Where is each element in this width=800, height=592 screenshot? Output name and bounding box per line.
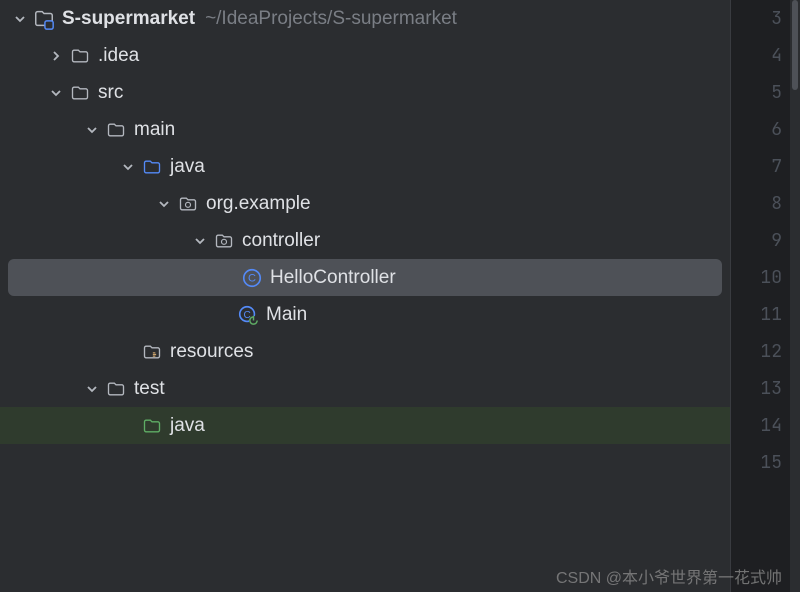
folder-icon [68,81,92,105]
line-number: 4 [771,37,782,74]
runnable-class-icon: C [236,303,260,327]
tree-label: S-supermarket [62,8,195,30]
project-tree-panel: S-supermarket ~/IdeaProjects/S-supermark… [0,0,730,592]
tree-row-src[interactable]: src [0,74,730,111]
tree-row-package-org-example[interactable]: org.example [0,185,730,222]
line-number: 12 [760,333,782,370]
tree-label: Main [266,304,307,326]
tree-label: src [98,82,123,104]
tree-label: java [170,156,205,178]
tree-label: HelloController [270,267,396,289]
tree-row-hello-controller[interactable]: C HelloController [8,259,722,296]
tree-row-test[interactable]: test [0,370,730,407]
chevron-down-icon[interactable] [80,383,104,395]
line-number: 10 [760,259,782,296]
resources-folder-icon [140,340,164,364]
chevron-down-icon[interactable] [44,87,68,99]
tree-row-main-class[interactable]: C Main [0,296,730,333]
tree-row-main[interactable]: main [0,111,730,148]
editor-gutter: 3456789101112131415 [730,0,800,592]
tree-row-root[interactable]: S-supermarket ~/IdeaProjects/S-supermark… [0,0,730,37]
tree-label: org.example [206,193,311,215]
source-folder-icon [140,155,164,179]
chevron-down-icon[interactable] [116,161,140,173]
chevron-down-icon[interactable] [80,124,104,136]
project-path: ~/IdeaProjects/S-supermarket [205,8,457,30]
line-number: 7 [771,148,782,185]
line-number: 3 [771,0,782,37]
tree-row-java-main[interactable]: java [0,148,730,185]
package-icon [212,229,236,253]
line-number: 14 [760,407,782,444]
tree-label: controller [242,230,320,252]
scrollbar[interactable] [790,0,800,592]
project-folder-icon [32,7,56,31]
package-icon [176,192,200,216]
line-number: 9 [771,222,782,259]
test-folder-icon [140,414,164,438]
tree-label: java [170,415,205,437]
chevron-down-icon[interactable] [152,198,176,210]
folder-icon [104,377,128,401]
tree-label: main [134,119,175,141]
line-number: 6 [771,111,782,148]
chevron-down-icon[interactable] [8,13,32,25]
folder-icon [104,118,128,142]
tree-row-package-controller[interactable]: controller [0,222,730,259]
folder-icon [68,44,92,68]
tree-label: .idea [98,45,139,67]
tree-row-java-test[interactable]: java [0,407,730,444]
watermark: CSDN @本小爷世界第一花式帅 [556,564,782,588]
chevron-down-icon[interactable] [188,235,212,247]
tree-label: test [134,378,165,400]
class-icon: C [240,266,264,290]
line-number: 5 [771,74,782,111]
scrollbar-thumb[interactable] [792,0,798,90]
line-number: 8 [771,185,782,222]
tree-label: resources [170,341,253,363]
svg-text:C: C [248,272,256,284]
chevron-right-icon[interactable] [44,50,68,62]
tree-row-resources[interactable]: resources [0,333,730,370]
line-number: 13 [760,370,782,407]
line-number: 15 [760,444,782,481]
line-number: 11 [760,296,782,333]
tree-row-idea[interactable]: .idea [0,37,730,74]
